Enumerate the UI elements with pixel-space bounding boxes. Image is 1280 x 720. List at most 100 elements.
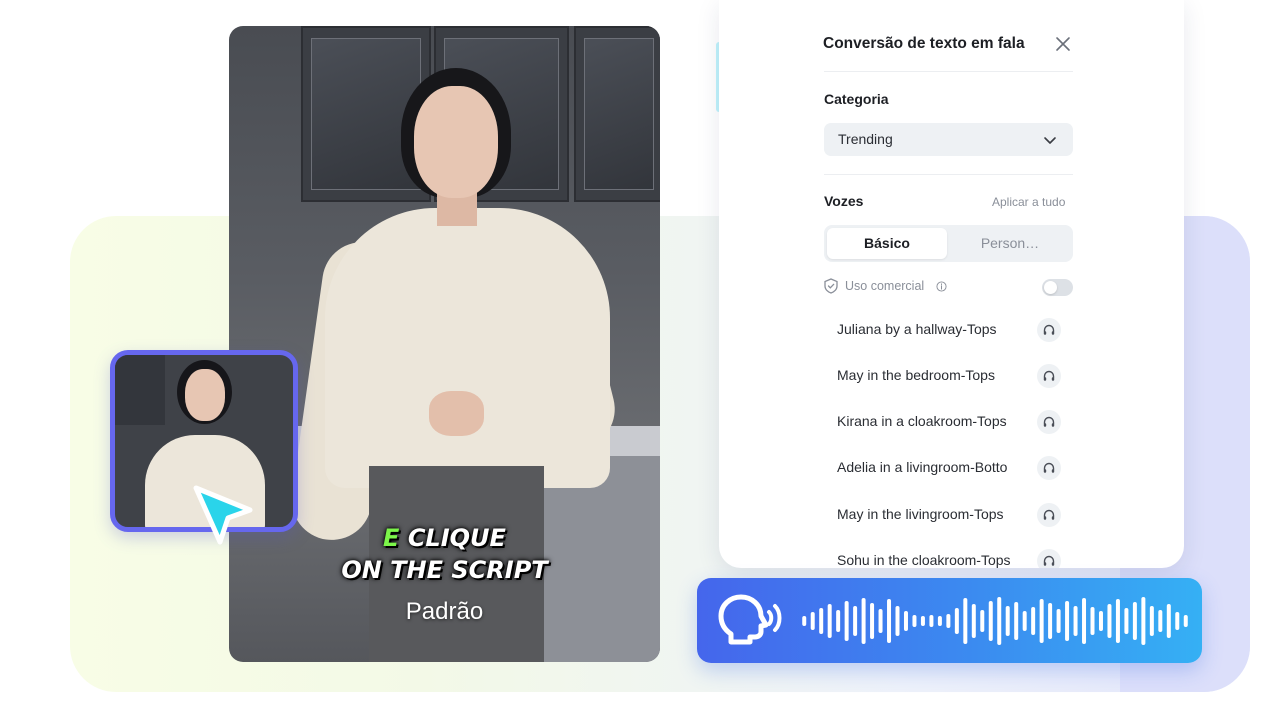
waveform-bar — [1115, 599, 1120, 643]
text-to-speech-panel: Conversão de texto em fala Categoria Tre… — [719, 0, 1184, 568]
waveform-bar — [997, 597, 1002, 645]
waveform-bar — [853, 606, 858, 636]
commercial-use-toggle[interactable] — [1042, 279, 1073, 296]
chevron-down-icon — [1044, 137, 1056, 144]
waveform-bar — [1005, 606, 1010, 636]
tab-personalizado[interactable]: Person… — [950, 228, 1070, 259]
waveform-bar — [1107, 604, 1112, 638]
caption-word: CLIQUE — [407, 524, 506, 552]
voice-preview-button[interactable] — [1037, 410, 1061, 434]
waveform-bar — [870, 603, 875, 639]
waveform-bar — [980, 610, 985, 632]
voice-name: May in the bedroom-Tops — [837, 367, 995, 383]
waveform-bar — [954, 608, 959, 634]
voices-label: Vozes — [824, 193, 864, 209]
speaking-head-icon — [718, 594, 782, 645]
apply-all-link[interactable]: Aplicar a tudo — [992, 195, 1065, 209]
waveform-bar — [1048, 603, 1053, 639]
thumbnail-cabinet — [115, 355, 165, 425]
waveform-bar — [1039, 599, 1044, 643]
voice-preview-button[interactable] — [1037, 456, 1061, 480]
waveform-bar — [963, 598, 968, 644]
shield-icon — [824, 278, 838, 294]
waveform-bar — [1031, 607, 1036, 635]
waveform-bar — [1149, 606, 1154, 636]
toggle-knob — [1044, 281, 1057, 294]
voice-item[interactable]: May in the bedroom-Tops — [824, 356, 1073, 396]
voice-item[interactable]: Sohu in the cloakroom-Tops — [824, 541, 1073, 568]
waveform-bar — [878, 609, 883, 633]
caption-subtitle: Padrão — [405, 598, 484, 625]
commercial-use-label: Uso comercial — [845, 279, 925, 293]
category-value: Trending — [838, 131, 893, 147]
waveform-bar — [1056, 609, 1061, 633]
waveform-bar — [1022, 611, 1027, 631]
headphones-icon — [1043, 324, 1055, 335]
presenter-sweater — [325, 208, 610, 488]
kitchen-cabinet — [574, 26, 660, 202]
headphones-icon — [1043, 370, 1055, 381]
waveform-bar — [971, 604, 976, 638]
cursor-pointer-icon — [193, 485, 253, 545]
info-icon[interactable] — [936, 281, 947, 292]
waveform-bar — [1065, 601, 1070, 641]
caption-line-1: E CLIQUE — [229, 524, 660, 552]
waveform-bar — [903, 611, 908, 631]
caption-highlight: E — [383, 524, 400, 552]
waveform-bar — [920, 616, 925, 626]
presenter-hand — [429, 391, 484, 436]
voice-preview-button[interactable] — [1037, 364, 1061, 388]
voice-preview-button[interactable] — [1037, 318, 1061, 342]
voice-preview-button[interactable] — [1037, 549, 1061, 568]
category-select[interactable]: Trending — [824, 123, 1073, 156]
waveform-bar — [912, 615, 917, 627]
waveform-bar — [887, 599, 892, 643]
panel-title: Conversão de texto em fala — [823, 35, 1025, 52]
speech-waveform-bar — [697, 578, 1202, 663]
voice-preview-button[interactable] — [1037, 503, 1061, 527]
voice-item[interactable]: May in the livingroom-Tops — [824, 495, 1073, 535]
waveform-bar — [895, 606, 900, 636]
voice-list: Juliana by a hallway-Tops May in the bed… — [824, 310, 1073, 568]
waveform-bar — [1098, 611, 1103, 631]
headphones-icon — [1043, 416, 1055, 427]
category-label: Categoria — [824, 91, 889, 107]
headphones-icon — [1043, 555, 1055, 566]
waveform-bar — [1082, 598, 1087, 644]
waveform-bar — [802, 616, 807, 626]
waveform-bar — [836, 610, 841, 632]
tab-basico[interactable]: Básico — [827, 228, 947, 259]
headphones-icon — [1043, 509, 1055, 520]
waveform-bar — [929, 615, 934, 627]
thumbnail-face — [185, 369, 225, 421]
waveform-bar — [1175, 612, 1180, 630]
voice-name: Juliana by a hallway-Tops — [837, 321, 997, 337]
close-icon[interactable] — [1053, 34, 1073, 54]
divider — [824, 174, 1073, 175]
waveform-bar — [988, 601, 993, 641]
headphones-icon — [1043, 462, 1055, 473]
waveform-bar — [819, 608, 824, 634]
waveform-bar — [1090, 607, 1095, 635]
waveform-bar — [810, 612, 815, 630]
video-preview[interactable]: E CLIQUE ON THE SCRIPT Padrão — [229, 26, 660, 662]
waveform-bar — [827, 604, 832, 638]
voice-name: Kirana in a cloakroom-Tops — [837, 413, 1007, 429]
voice-item[interactable]: Adelia in a livingroom-Botto — [824, 448, 1073, 488]
waveform-bar — [1158, 610, 1163, 632]
waveform-bar — [844, 601, 849, 641]
voice-item[interactable]: Kirana in a cloakroom-Tops — [824, 402, 1073, 442]
waveform-bar — [1014, 602, 1019, 640]
voice-name: May in the livingroom-Tops — [837, 506, 1004, 522]
caption-line-2: ON THE SCRIPT — [341, 556, 548, 584]
voice-name: Sohu in the cloakroom-Tops — [837, 552, 1011, 568]
waveform-bar — [1132, 602, 1137, 640]
divider — [824, 71, 1073, 72]
voice-item[interactable]: Juliana by a hallway-Tops — [824, 310, 1073, 350]
waveform-bar — [946, 614, 951, 628]
waveform-bar — [861, 598, 866, 644]
waveform-bar — [1124, 608, 1129, 634]
waveform-bar — [1141, 597, 1146, 645]
presenter-face — [414, 86, 498, 198]
waveform-bar — [1183, 615, 1188, 627]
